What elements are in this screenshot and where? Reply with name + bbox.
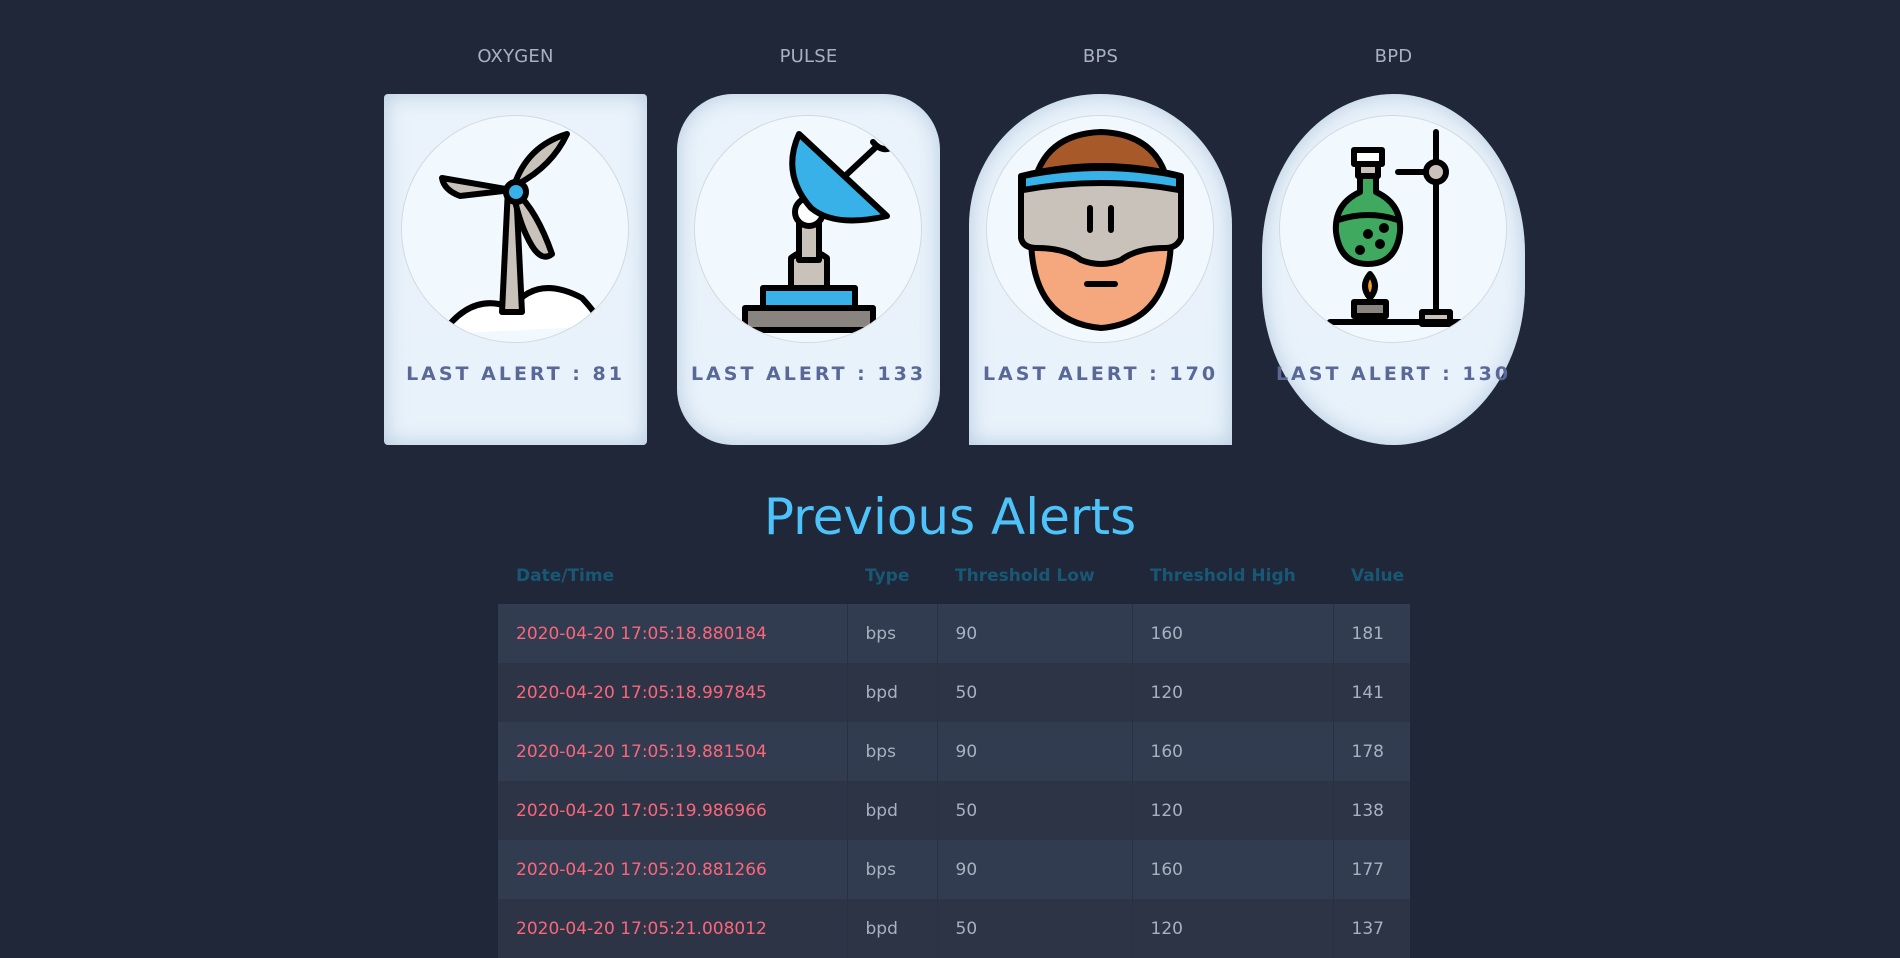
last-alert-label: LAST ALERT : 133 (690, 363, 927, 385)
cell-value: 178 (1351, 741, 1384, 762)
card-body[interactable]: LAST ALERT : 81 (384, 94, 647, 445)
column-header-value[interactable]: Value (1333, 556, 1410, 604)
card-body[interactable]: LAST ALERT : 130 (1262, 94, 1525, 445)
cell-threshold-low: 50 (937, 781, 1133, 840)
cell-threshold-low: 90 (937, 840, 1133, 899)
metric-cards: OXYGEN LAST ALERT : 81 PULSE LAST ALERT … (0, 0, 1900, 450)
card-title: OXYGEN (477, 46, 554, 67)
icon-frame (1279, 115, 1507, 343)
previous-alerts-title: Previous Alerts (763, 488, 1137, 546)
cell-threshold-high: 160 (1132, 722, 1334, 781)
vr-headset-person-icon (1018, 129, 1184, 331)
icon-frame (694, 115, 922, 343)
satellite-dish-icon (742, 131, 894, 333)
wind-turbine-icon (439, 131, 605, 337)
cell-type: bps (847, 840, 938, 899)
card-body[interactable]: LAST ALERT : 133 (677, 94, 940, 445)
table-row[interactable]: 2020-04-20 17:05:20.881266 bps 90 160 17… (498, 840, 1410, 899)
cell-threshold-low: 50 (937, 899, 1133, 958)
column-header-datetime[interactable]: Date/Time (498, 556, 847, 604)
cell-datetime: 2020-04-20 17:05:19.881504 (498, 722, 848, 781)
cell-value: 177 (1351, 859, 1384, 880)
cell-threshold-high: 160 (1132, 604, 1334, 663)
table-header-row: Date/Time Type Threshold Low Threshold H… (498, 556, 1410, 604)
cell-threshold-high: 120 (1132, 899, 1334, 958)
last-alert-label: LAST ALERT : 130 (1275, 363, 1512, 385)
cell-type: bpd (847, 899, 938, 958)
cell-type: bps (847, 604, 938, 663)
cell-value: 181 (1351, 623, 1384, 644)
card-title: BPD (1374, 46, 1413, 67)
cell-datetime: 2020-04-20 17:05:20.881266 (498, 840, 848, 899)
card-body[interactable]: LAST ALERT : 170 (969, 94, 1232, 445)
cell-threshold-high: 160 (1132, 840, 1334, 899)
table-row[interactable]: 2020-04-20 17:05:18.880184 bps 90 160 18… (498, 604, 1410, 663)
last-alert-label: LAST ALERT : 81 (406, 363, 625, 385)
cell-value: 137 (1351, 918, 1384, 939)
last-alert-label: LAST ALERT : 170 (982, 363, 1219, 385)
alerts-table: Date/Time Type Threshold Low Threshold H… (498, 556, 1410, 958)
card-title: PULSE (779, 46, 838, 67)
table-row[interactable]: 2020-04-20 17:05:21.008012 bpd 50 120 13… (498, 899, 1410, 958)
column-header-type[interactable]: Type (847, 556, 937, 604)
cell-datetime: 2020-04-20 17:05:19.986966 (498, 781, 848, 840)
cell-threshold-low: 50 (937, 663, 1133, 722)
cell-value: 141 (1351, 682, 1384, 703)
cell-threshold-high: 120 (1132, 663, 1334, 722)
cell-type: bpd (847, 781, 938, 840)
cell-type: bpd (847, 663, 938, 722)
card-title: BPS (1082, 46, 1119, 67)
table-row[interactable]: 2020-04-20 17:05:18.997845 bpd 50 120 14… (498, 663, 1410, 722)
cell-threshold-high: 120 (1132, 781, 1334, 840)
table-row[interactable]: 2020-04-20 17:05:19.986966 bpd 50 120 13… (498, 781, 1410, 840)
chemistry-flask-icon (1327, 129, 1473, 327)
cell-datetime: 2020-04-20 17:05:18.880184 (498, 604, 848, 663)
cell-type: bps (847, 722, 938, 781)
cell-value: 138 (1351, 800, 1384, 821)
cell-datetime: 2020-04-20 17:05:18.997845 (498, 663, 848, 722)
cell-threshold-low: 90 (937, 604, 1133, 663)
icon-frame (986, 115, 1214, 343)
table-row[interactable]: 2020-04-20 17:05:19.881504 bps 90 160 17… (498, 722, 1410, 781)
icon-frame (401, 115, 629, 343)
cell-datetime: 2020-04-20 17:05:21.008012 (498, 899, 848, 958)
cell-threshold-low: 90 (937, 722, 1133, 781)
column-header-threshold-high[interactable]: Threshold High (1132, 556, 1333, 604)
column-header-threshold-low[interactable]: Threshold Low (937, 556, 1132, 604)
